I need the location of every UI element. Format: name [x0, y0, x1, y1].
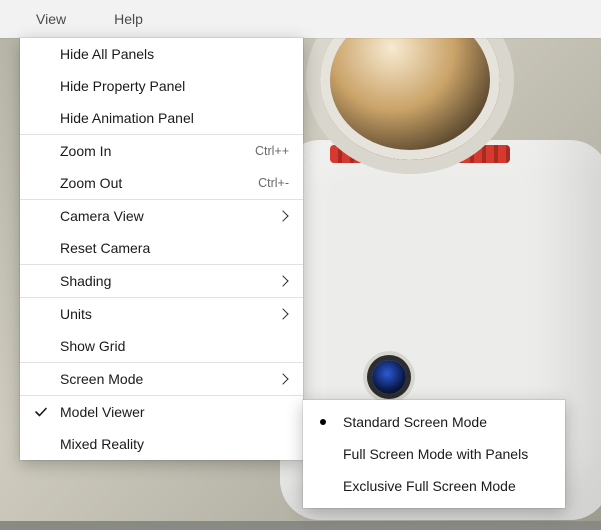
menu-item-mixed-reality[interactable]: Mixed Reality — [20, 428, 303, 460]
menu-item-label: Units — [60, 306, 279, 322]
menu-item-label: Zoom In — [60, 143, 255, 159]
chevron-right-icon — [277, 308, 288, 319]
menu-item-screen-mode[interactable]: Screen Mode — [20, 363, 303, 395]
menu-item-label: Reset Camera — [60, 240, 289, 256]
menu-item-label: Standard Screen Mode — [343, 414, 551, 430]
screen-mode-submenu: Standard Screen Mode Full Screen Mode wi… — [303, 400, 565, 508]
menu-item-label: Camera View — [60, 208, 279, 224]
menu-item-shortcut: Ctrl+- — [258, 176, 289, 190]
submenu-item-standard-screen-mode[interactable]: Standard Screen Mode — [303, 406, 565, 438]
menu-item-label: Screen Mode — [60, 371, 279, 387]
menu-item-zoom-out[interactable]: Zoom Out Ctrl+- — [20, 167, 303, 199]
menu-item-label: Full Screen Mode with Panels — [343, 446, 551, 462]
menu-item-label: Hide All Panels — [60, 46, 289, 62]
menu-item-label: Exclusive Full Screen Mode — [343, 478, 551, 494]
menu-item-label: Zoom Out — [60, 175, 258, 191]
submenu-item-exclusive-full-screen-mode[interactable]: Exclusive Full Screen Mode — [303, 470, 565, 502]
menu-item-camera-view[interactable]: Camera View — [20, 200, 303, 232]
menu-item-hide-animation-panel[interactable]: Hide Animation Panel — [20, 102, 303, 134]
chevron-right-icon — [277, 275, 288, 286]
menu-item-model-viewer[interactable]: Model Viewer — [20, 396, 303, 428]
menubar: View Help — [0, 0, 601, 38]
menu-item-hide-all-panels[interactable]: Hide All Panels — [20, 38, 303, 70]
menu-item-label: Mixed Reality — [60, 436, 289, 452]
menu-item-reset-camera[interactable]: Reset Camera — [20, 232, 303, 264]
menu-item-label: Hide Animation Panel — [60, 110, 289, 126]
check-icon — [34, 405, 48, 419]
radio-selected-icon — [320, 419, 326, 425]
menu-item-label: Shading — [60, 273, 279, 289]
chevron-right-icon — [277, 373, 288, 384]
chevron-right-icon — [277, 210, 288, 221]
menu-item-show-grid[interactable]: Show Grid — [20, 330, 303, 362]
menu-item-units[interactable]: Units — [20, 298, 303, 330]
menu-view[interactable]: View — [36, 11, 66, 27]
menu-item-shading[interactable]: Shading — [20, 265, 303, 297]
menu-item-label: Hide Property Panel — [60, 78, 289, 94]
menu-item-zoom-in[interactable]: Zoom In Ctrl++ — [20, 135, 303, 167]
menu-item-shortcut: Ctrl++ — [255, 144, 289, 158]
menu-help[interactable]: Help — [114, 11, 143, 27]
submenu-item-full-screen-mode-panels[interactable]: Full Screen Mode with Panels — [303, 438, 565, 470]
view-dropdown: Hide All Panels Hide Property Panel Hide… — [20, 38, 303, 460]
menu-item-label: Model Viewer — [60, 404, 289, 420]
menu-item-label: Show Grid — [60, 338, 289, 354]
menu-item-hide-property-panel[interactable]: Hide Property Panel — [20, 70, 303, 102]
